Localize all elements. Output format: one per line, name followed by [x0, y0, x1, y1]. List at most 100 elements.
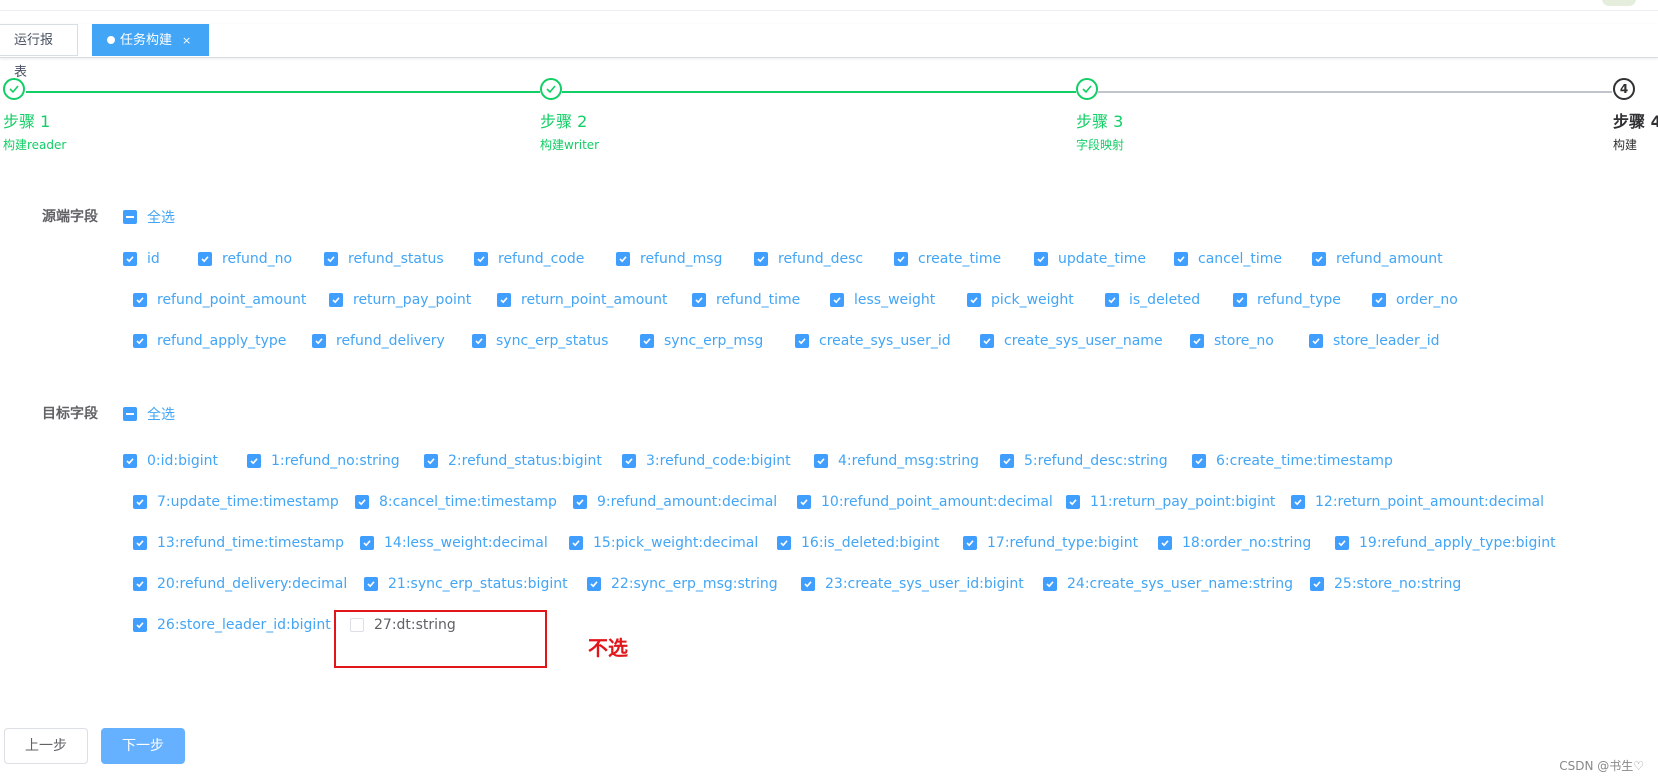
source-field-checkbox-item[interactable]: refund_delivery — [312, 333, 445, 349]
source-field-checkbox-item[interactable]: sync_erp_status — [472, 333, 608, 349]
target-field-checkbox-item[interactable]: 13:refund_time:timestamp — [133, 535, 344, 551]
target-field-checkbox-item[interactable]: 25:store_no:string — [1310, 576, 1461, 592]
target-field-checkbox-item[interactable]: 18:order_no:string — [1158, 535, 1311, 551]
target-select-all[interactable]: 全选 — [123, 404, 175, 424]
checked-checkbox-icon[interactable] — [247, 454, 261, 468]
checked-checkbox-icon[interactable] — [133, 495, 147, 509]
source-field-checkbox-item[interactable]: id — [123, 251, 160, 267]
source-field-checkbox-item[interactable]: refund_amount — [1312, 251, 1443, 267]
checked-checkbox-icon[interactable] — [814, 454, 828, 468]
source-field-checkbox-item[interactable]: refund_msg — [616, 251, 722, 267]
checked-checkbox-icon[interactable] — [1291, 495, 1305, 509]
target-field-checkbox-item[interactable]: 0:id:bigint — [123, 453, 218, 469]
target-field-checkbox-item[interactable]: 26:store_leader_id:bigint — [133, 617, 331, 633]
target-field-checkbox-item[interactable]: 6:create_time:timestamp — [1192, 453, 1393, 469]
checked-checkbox-icon[interactable] — [569, 536, 583, 550]
target-field-checkbox-item[interactable]: 7:update_time:timestamp — [133, 494, 339, 510]
target-field-checkbox-item[interactable]: 11:return_pay_point:bigint — [1066, 494, 1275, 510]
target-field-checkbox-item[interactable]: 16:is_deleted:bigint — [777, 535, 939, 551]
source-field-checkbox-item[interactable]: return_point_amount — [497, 292, 668, 308]
checked-checkbox-icon[interactable] — [622, 454, 636, 468]
target-field-checkbox-item[interactable]: 22:sync_erp_msg:string — [587, 576, 778, 592]
checked-checkbox-icon[interactable] — [133, 293, 147, 307]
checked-checkbox-icon[interactable] — [1174, 252, 1188, 266]
checked-checkbox-icon[interactable] — [133, 618, 147, 632]
target-field-checkbox-item[interactable]: 3:refund_code:bigint — [622, 453, 791, 469]
next-step-button[interactable]: 下一步 — [101, 728, 185, 764]
checked-checkbox-icon[interactable] — [1190, 334, 1204, 348]
checked-checkbox-icon[interactable] — [360, 536, 374, 550]
target-field-checkbox-item[interactable]: 23:create_sys_user_id:bigint — [801, 576, 1024, 592]
checked-checkbox-icon[interactable] — [1105, 293, 1119, 307]
checked-checkbox-icon[interactable] — [355, 495, 369, 509]
target-field-checkbox-item[interactable]: 17:refund_type:bigint — [963, 535, 1138, 551]
target-field-checkbox-item[interactable]: 9:refund_amount:decimal — [573, 494, 777, 510]
checked-checkbox-icon[interactable] — [573, 495, 587, 509]
checked-checkbox-icon[interactable] — [424, 454, 438, 468]
checked-checkbox-icon[interactable] — [1066, 495, 1080, 509]
checked-checkbox-icon[interactable] — [1192, 454, 1206, 468]
tab-task-build[interactable]: 任务构建 × — [92, 24, 209, 56]
source-field-checkbox-item[interactable]: refund_code — [474, 251, 584, 267]
source-field-checkbox-item[interactable]: refund_type — [1233, 292, 1341, 308]
checked-checkbox-icon[interactable] — [324, 252, 338, 266]
target-field-checkbox-item[interactable]: 15:pick_weight:decimal — [569, 535, 758, 551]
target-field-checkbox-item[interactable]: 1:refund_no:string — [247, 453, 400, 469]
source-field-checkbox-item[interactable]: is_deleted — [1105, 292, 1200, 308]
checked-checkbox-icon[interactable] — [801, 577, 815, 591]
close-icon[interactable]: × — [182, 34, 191, 47]
source-field-checkbox-item[interactable]: less_weight — [830, 292, 935, 308]
checked-checkbox-icon[interactable] — [1000, 454, 1014, 468]
checked-checkbox-icon[interactable] — [312, 334, 326, 348]
checked-checkbox-icon[interactable] — [123, 252, 137, 266]
checked-checkbox-icon[interactable] — [1309, 334, 1323, 348]
checked-checkbox-icon[interactable] — [797, 495, 811, 509]
source-field-checkbox-item[interactable]: create_sys_user_id — [795, 333, 951, 349]
checked-checkbox-icon[interactable] — [692, 293, 706, 307]
checked-checkbox-icon[interactable] — [1335, 536, 1349, 550]
checked-checkbox-icon[interactable] — [133, 536, 147, 550]
target-field-checkbox-item[interactable]: 12:return_point_amount:decimal — [1291, 494, 1544, 510]
prev-step-button[interactable]: 上一步 — [4, 728, 88, 764]
checked-checkbox-icon[interactable] — [1312, 252, 1326, 266]
target-field-checkbox-item[interactable]: 24:create_sys_user_name:string — [1043, 576, 1293, 592]
indeterminate-checkbox-icon[interactable] — [123, 407, 137, 421]
checked-checkbox-icon[interactable] — [364, 577, 378, 591]
checked-checkbox-icon[interactable] — [616, 252, 630, 266]
source-select-all[interactable]: 全选 — [123, 207, 175, 227]
checked-checkbox-icon[interactable] — [198, 252, 212, 266]
source-field-checkbox-item[interactable]: refund_point_amount — [133, 292, 306, 308]
checked-checkbox-icon[interactable] — [1372, 293, 1386, 307]
target-field-checkbox-item[interactable]: 2:refund_status:bigint — [424, 453, 602, 469]
indeterminate-checkbox-icon[interactable] — [123, 210, 137, 224]
checked-checkbox-icon[interactable] — [640, 334, 654, 348]
source-field-checkbox-item[interactable]: refund_time — [692, 292, 800, 308]
source-field-checkbox-item[interactable]: cancel_time — [1174, 251, 1282, 267]
source-field-checkbox-item[interactable]: store_no — [1190, 333, 1274, 349]
checked-checkbox-icon[interactable] — [1034, 252, 1048, 266]
checked-checkbox-icon[interactable] — [830, 293, 844, 307]
checked-checkbox-icon[interactable] — [754, 252, 768, 266]
checked-checkbox-icon[interactable] — [133, 334, 147, 348]
checked-checkbox-icon[interactable] — [894, 252, 908, 266]
checked-checkbox-icon[interactable] — [329, 293, 343, 307]
checked-checkbox-icon[interactable] — [587, 577, 601, 591]
target-field-checkbox-item[interactable]: 14:less_weight:decimal — [360, 535, 548, 551]
source-field-checkbox-item[interactable]: update_time — [1034, 251, 1146, 267]
checked-checkbox-icon[interactable] — [795, 334, 809, 348]
checked-checkbox-icon[interactable] — [1233, 293, 1247, 307]
source-field-checkbox-item[interactable]: return_pay_point — [329, 292, 471, 308]
target-field-checkbox-item[interactable]: 21:sync_erp_status:bigint — [364, 576, 568, 592]
tab-run-report[interactable]: 运行报表 — [0, 24, 78, 80]
source-field-checkbox-item[interactable]: sync_erp_msg — [640, 333, 763, 349]
checked-checkbox-icon[interactable] — [133, 577, 147, 591]
checked-checkbox-icon[interactable] — [777, 536, 791, 550]
target-field-checkbox-item[interactable]: 19:refund_apply_type:bigint — [1335, 535, 1556, 551]
checked-checkbox-icon[interactable] — [472, 334, 486, 348]
avatar[interactable] — [1602, 0, 1636, 6]
checked-checkbox-icon[interactable] — [1158, 536, 1172, 550]
source-field-checkbox-item[interactable]: refund_no — [198, 251, 292, 267]
target-field-checkbox-item[interactable]: 10:refund_point_amount:decimal — [797, 494, 1053, 510]
checked-checkbox-icon[interactable] — [123, 454, 137, 468]
checked-checkbox-icon[interactable] — [474, 252, 488, 266]
